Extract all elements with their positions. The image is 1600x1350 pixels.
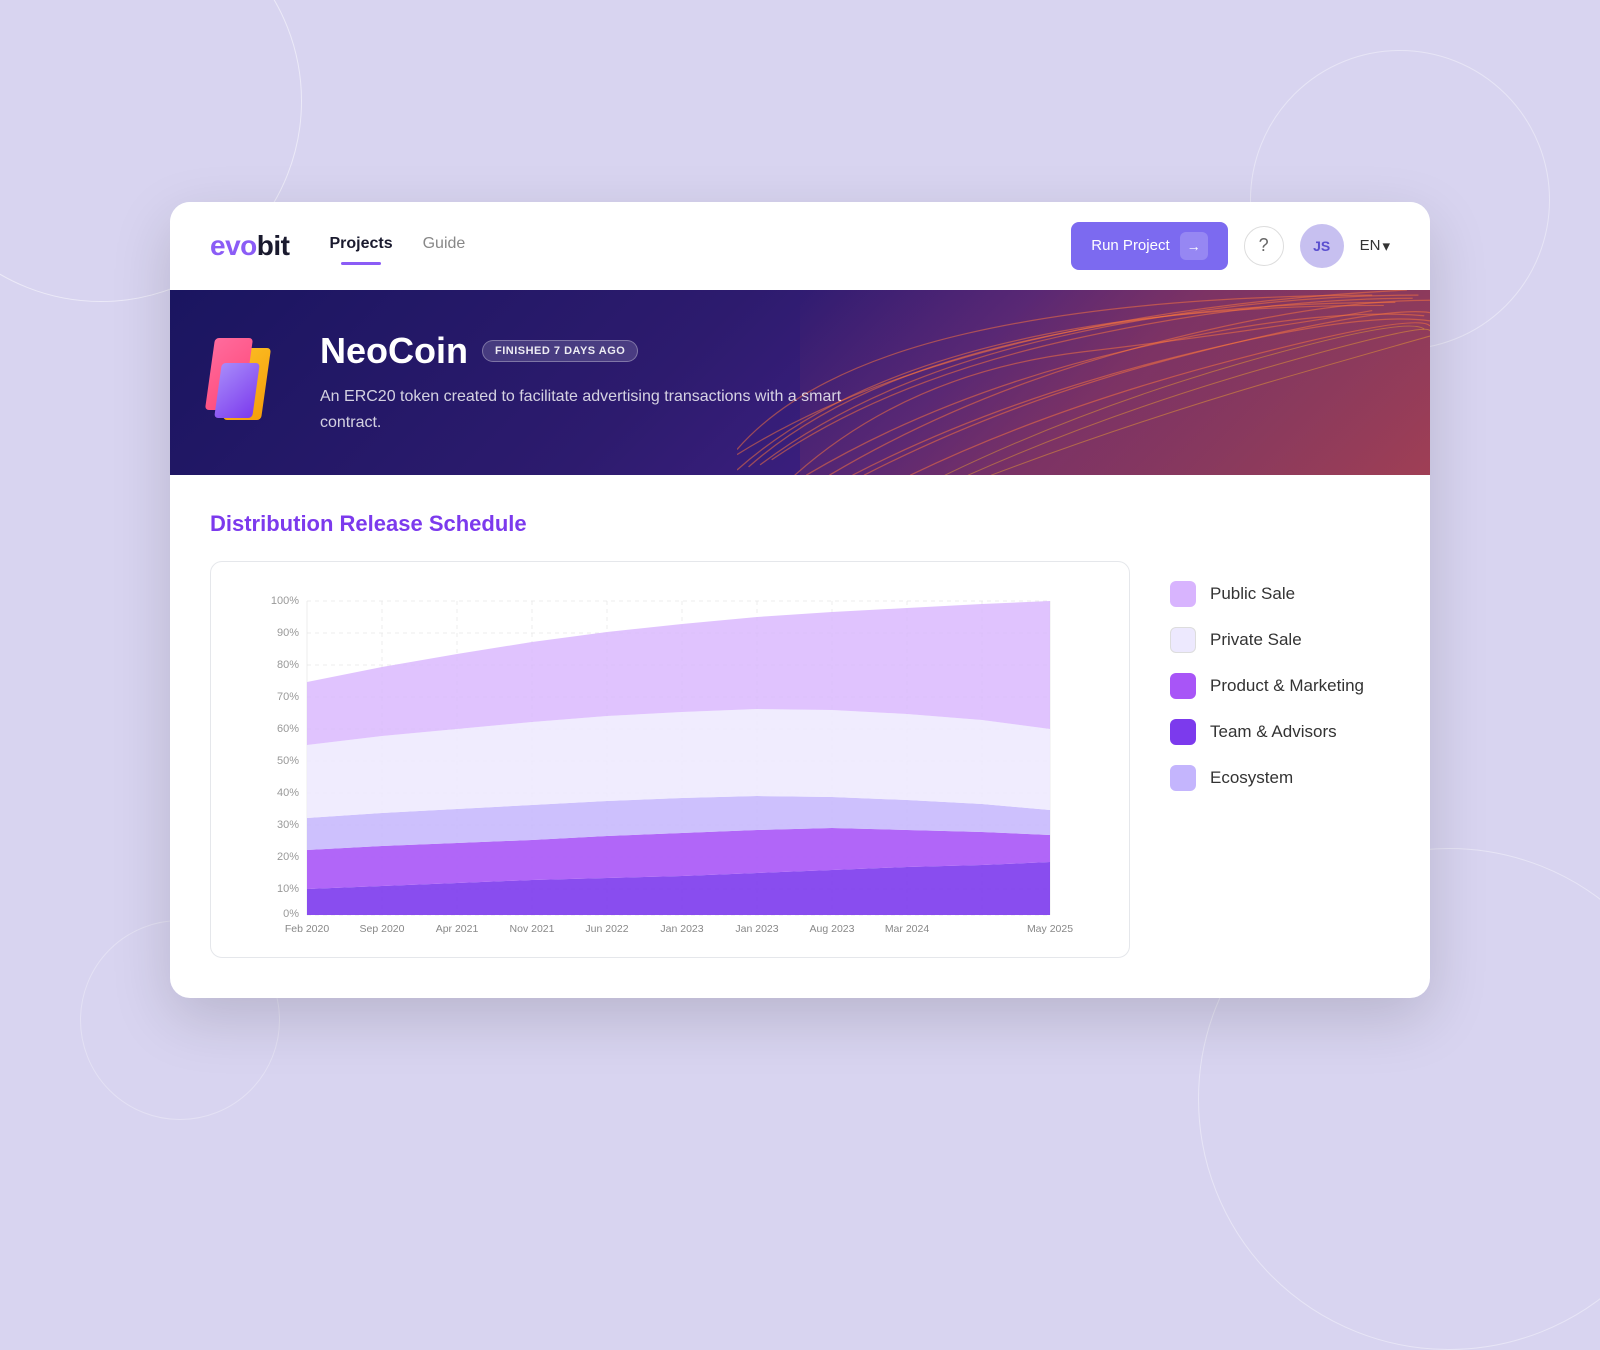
legend-ecosystem: Ecosystem (1170, 765, 1390, 791)
svg-text:60%: 60% (277, 723, 299, 735)
run-project-button[interactable]: Run Project → (1071, 222, 1227, 270)
main-container: evobit Projects Guide Run Project → ? JS… (170, 202, 1430, 998)
header: evobit Projects Guide Run Project → ? JS… (170, 202, 1430, 290)
legend-product-marketing: Product & Marketing (1170, 673, 1390, 699)
svg-text:20%: 20% (277, 851, 299, 863)
svg-text:0%: 0% (283, 908, 299, 920)
legend-color-public-sale (1170, 581, 1196, 607)
svg-text:30%: 30% (277, 819, 299, 831)
legend-label-team-advisors: Team & Advisors (1210, 722, 1337, 742)
arrow-icon: → (1180, 232, 1208, 260)
svg-text:Nov 2021: Nov 2021 (510, 923, 555, 935)
legend-color-product-marketing (1170, 673, 1196, 699)
legend-team-advisors: Team & Advisors (1170, 719, 1390, 745)
svg-text:Feb 2020: Feb 2020 (285, 923, 330, 935)
main-content: Distribution Release Schedule 100% 90% 8… (170, 475, 1430, 998)
banner: NeoCoin FINISHED 7 Days ago An ERC20 tok… (170, 290, 1430, 475)
banner-logo (210, 338, 290, 428)
nav-item-projects[interactable]: Projects (329, 235, 392, 257)
legend-public-sale: Public Sale (1170, 581, 1390, 607)
legend-private-sale: Private Sale (1170, 627, 1390, 653)
header-right: Run Project → ? JS EN ▾ (1071, 222, 1390, 270)
language-selector[interactable]: EN ▾ (1360, 237, 1390, 255)
help-button[interactable]: ? (1244, 226, 1284, 266)
logo: evobit (210, 230, 289, 262)
svg-text:May 2025: May 2025 (1027, 923, 1073, 935)
svg-text:90%: 90% (277, 627, 299, 639)
legend-color-team-advisors (1170, 719, 1196, 745)
legend-label-product-marketing: Product & Marketing (1210, 676, 1364, 696)
chart-container: 100% 90% 80% 70% 60% 50% 40% 30% 20% 10%… (210, 561, 1130, 958)
chart-legend: Public Sale Private Sale Product & Marke… (1170, 561, 1390, 791)
logo-bit: bit (257, 230, 290, 261)
banner-title-row: NeoCoin FINISHED 7 Days ago (320, 330, 900, 372)
legend-color-ecosystem (1170, 765, 1196, 791)
run-project-label: Run Project (1091, 237, 1169, 254)
banner-description: An ERC20 token created to facilitate adv… (320, 384, 900, 435)
chart-section: 100% 90% 80% 70% 60% 50% 40% 30% 20% 10%… (210, 561, 1390, 958)
legend-label-public-sale: Public Sale (1210, 584, 1295, 604)
nav-item-guide[interactable]: Guide (423, 235, 466, 257)
svg-text:80%: 80% (277, 659, 299, 671)
status-badge: FINISHED 7 Days ago (482, 340, 638, 362)
svg-text:Jan 2023: Jan 2023 (660, 923, 703, 935)
banner-title: NeoCoin (320, 330, 468, 372)
svg-text:50%: 50% (277, 755, 299, 767)
svg-text:10%: 10% (277, 883, 299, 895)
logo-purple (214, 363, 260, 418)
banner-content: NeoCoin FINISHED 7 Days ago An ERC20 tok… (320, 330, 900, 435)
svg-text:Sep 2020: Sep 2020 (360, 923, 405, 935)
legend-label-ecosystem: Ecosystem (1210, 768, 1293, 788)
logo-evo: evo (210, 230, 257, 261)
legend-color-private-sale (1170, 627, 1196, 653)
nav: Projects Guide (329, 235, 1031, 257)
avatar[interactable]: JS (1300, 224, 1344, 268)
svg-text:100%: 100% (271, 595, 299, 607)
svg-text:40%: 40% (277, 787, 299, 799)
svg-text:70%: 70% (277, 691, 299, 703)
svg-text:Apr 2021: Apr 2021 (436, 923, 479, 935)
legend-label-private-sale: Private Sale (1210, 630, 1302, 650)
section-title: Distribution Release Schedule (210, 511, 1390, 537)
svg-text:Aug 2023: Aug 2023 (810, 923, 855, 935)
svg-text:Mar 2024: Mar 2024 (885, 923, 930, 935)
svg-text:Jan 2023: Jan 2023 (735, 923, 778, 935)
distribution-chart: 100% 90% 80% 70% 60% 50% 40% 30% 20% 10%… (221, 582, 1109, 942)
svg-text:Jun 2022: Jun 2022 (585, 923, 628, 935)
